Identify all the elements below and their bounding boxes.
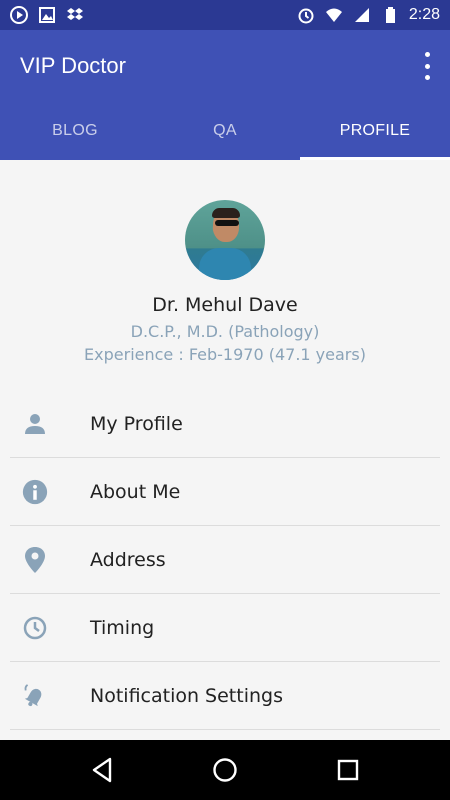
status-bar: 2:28 [0,0,450,30]
tab-blog[interactable]: BLOG [0,102,150,160]
app-title: VIP Doctor [20,53,126,78]
doctor-qualification: D.C.P., M.D. (Pathology) [130,322,320,341]
menu-item-label: Address [90,548,166,571]
status-left-icons [10,6,84,24]
menu-item-label: About Me [90,480,181,503]
alarm-icon [298,8,314,24]
back-icon[interactable] [87,755,117,785]
menu-item-label: My Profile [90,412,183,435]
menu-item-address[interactable]: Address [10,526,440,594]
bell-icon [22,683,48,709]
info-icon [22,479,48,505]
recents-icon[interactable] [333,755,363,785]
profile-menu: My Profile About Me Address Timing Notif… [10,390,440,730]
play-store-icon [10,6,28,24]
menu-item-label: Timing [90,616,155,639]
tab-label: BLOG [52,122,98,139]
dropbox-icon [67,8,83,20]
tab-label: PROFILE [339,122,411,139]
avatar [185,200,265,280]
tab-bar: BLOG QA PROFILE [0,102,450,160]
menu-item-notification-settings[interactable]: Notification Settings [10,662,440,730]
menu-item-my-profile[interactable]: My Profile [10,390,440,458]
location-pin-icon [22,546,48,573]
wifi-icon [325,8,342,22]
image-icon [39,7,55,23]
tab-label: QA [213,122,237,139]
system-nav-bar [0,740,450,800]
menu-item-timing[interactable]: Timing [10,594,440,662]
doctor-name: Dr. Mehul Dave [152,294,298,316]
app-bar: VIP Doctor [0,30,450,102]
person-icon [22,411,48,437]
clock-icon [22,615,48,641]
menu-item-label: Notification Settings [90,684,283,707]
more-vert-icon[interactable] [420,52,434,80]
tab-qa[interactable]: QA [150,102,300,160]
menu-item-about-me[interactable]: About Me [10,458,440,526]
status-right-icons: 2:28 [297,6,440,24]
profile-header: Dr. Mehul Dave D.C.P., M.D. (Pathology) … [0,160,450,364]
status-time: 2:28 [408,6,440,23]
tab-profile[interactable]: PROFILE [300,102,450,160]
home-icon[interactable] [210,755,240,785]
profile-content: Dr. Mehul Dave D.C.P., M.D. (Pathology) … [0,160,450,740]
doctor-experience: Experience : Feb-1970 (47.1 years) [84,345,366,364]
signal-icon [354,8,369,22]
battery-icon [385,7,395,23]
